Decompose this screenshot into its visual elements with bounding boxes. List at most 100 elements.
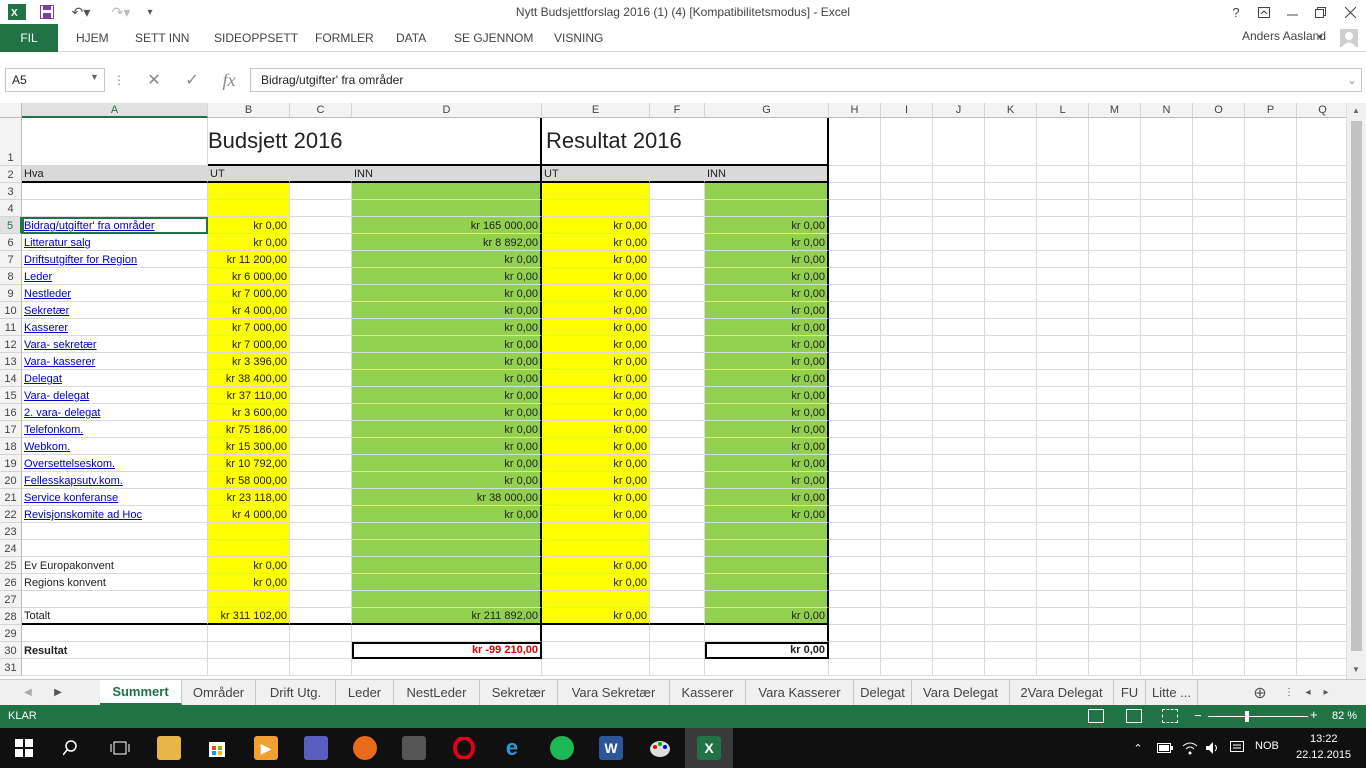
line-budget-ut[interactable]: kr 58 000,00 xyxy=(208,472,290,489)
cell-l25[interactable] xyxy=(1037,557,1089,574)
column-header-n[interactable]: N xyxy=(1141,103,1193,118)
cell-q22[interactable] xyxy=(1297,506,1346,523)
cell-q20[interactable] xyxy=(1297,472,1346,489)
tab-hjem[interactable]: HJEM xyxy=(76,24,109,51)
normal-view-icon[interactable] xyxy=(1088,709,1104,723)
help-button[interactable]: ? xyxy=(1222,0,1250,24)
cell-o3[interactable] xyxy=(1193,183,1245,200)
cell-c29[interactable] xyxy=(290,625,352,642)
cell-m14[interactable] xyxy=(1089,370,1141,387)
cell-p12[interactable] xyxy=(1245,336,1297,353)
cell-m9[interactable] xyxy=(1089,285,1141,302)
column-header-a[interactable]: A xyxy=(22,103,208,118)
cell-j27[interactable] xyxy=(933,591,985,608)
sheet-tab[interactable]: Vara Delegat xyxy=(912,680,1010,705)
media-player-icon[interactable]: ▶ xyxy=(254,736,278,760)
cell-c6[interactable] xyxy=(290,234,352,251)
cell-j22[interactable] xyxy=(933,506,985,523)
line-result-inn[interactable] xyxy=(705,523,829,540)
line-budget-inn[interactable] xyxy=(352,557,542,574)
cell-o15[interactable] xyxy=(1193,387,1245,404)
cell-o31[interactable] xyxy=(1193,659,1245,676)
cell-m22[interactable] xyxy=(1089,506,1141,523)
user-name[interactable]: Anders Aasland xyxy=(1242,29,1326,43)
cell-l23[interactable] xyxy=(1037,523,1089,540)
cell-n27[interactable] xyxy=(1141,591,1193,608)
cell-j10[interactable] xyxy=(933,302,985,319)
cell-h7[interactable] xyxy=(829,251,881,268)
cell-j30[interactable] xyxy=(933,642,985,659)
line-budget-inn[interactable]: kr 0,00 xyxy=(352,319,542,336)
cell-c20[interactable] xyxy=(290,472,352,489)
cell-f13[interactable] xyxy=(650,353,705,370)
column-header-j[interactable]: J xyxy=(933,103,985,118)
cell-b4[interactable] xyxy=(208,200,290,217)
line-label[interactable] xyxy=(22,540,208,557)
cell-i1[interactable] xyxy=(881,118,933,166)
result-actual[interactable]: kr 0,00 xyxy=(705,642,829,659)
line-budget-ut[interactable]: kr 10 792,00 xyxy=(208,455,290,472)
cell-n26[interactable] xyxy=(1141,574,1193,591)
line-budget-inn[interactable]: kr 0,00 xyxy=(352,285,542,302)
cell-i11[interactable] xyxy=(881,319,933,336)
row-header-26[interactable]: 26 xyxy=(0,574,22,591)
cell-p19[interactable] xyxy=(1245,455,1297,472)
line-budget-inn[interactable]: kr 0,00 xyxy=(352,353,542,370)
line-label[interactable]: Nestleder xyxy=(22,285,208,302)
cell-f2[interactable] xyxy=(650,166,705,183)
row-header-15[interactable]: 15 xyxy=(0,387,22,404)
column-header-d[interactable]: D xyxy=(352,103,542,118)
line-budget-ut[interactable]: kr 4 000,00 xyxy=(208,506,290,523)
line-result-inn[interactable]: kr 0,00 xyxy=(705,302,829,319)
cell-f8[interactable] xyxy=(650,268,705,285)
cell-p14[interactable] xyxy=(1245,370,1297,387)
cell-l31[interactable] xyxy=(1037,659,1089,676)
cell-l10[interactable] xyxy=(1037,302,1089,319)
cell-l5[interactable] xyxy=(1037,217,1089,234)
cell-p10[interactable] xyxy=(1245,302,1297,319)
cancel-icon[interactable]: ✕ xyxy=(142,69,166,91)
cell-i7[interactable] xyxy=(881,251,933,268)
cell-j12[interactable] xyxy=(933,336,985,353)
cell-l14[interactable] xyxy=(1037,370,1089,387)
cell-n16[interactable] xyxy=(1141,404,1193,421)
line-label[interactable]: Sekretær xyxy=(22,302,208,319)
column-header-i[interactable]: I xyxy=(881,103,933,118)
line-result-ut[interactable]: kr 0,00 xyxy=(542,217,650,234)
cell-l1[interactable] xyxy=(1037,118,1089,166)
cell-l27[interactable] xyxy=(1037,591,1089,608)
budget-title[interactable]: Budsjett 2016 xyxy=(208,118,542,166)
line-budget-ut[interactable] xyxy=(208,540,290,557)
cell-n6[interactable] xyxy=(1141,234,1193,251)
cell-a3[interactable] xyxy=(22,183,208,200)
line-label[interactable] xyxy=(22,591,208,608)
restore-icon[interactable] xyxy=(1306,0,1334,24)
cell-k6[interactable] xyxy=(985,234,1037,251)
cell-o28[interactable] xyxy=(1193,608,1245,625)
cell-j3[interactable] xyxy=(933,183,985,200)
line-budget-ut[interactable]: kr 75 186,00 xyxy=(208,421,290,438)
sheet-tab[interactable]: Sekretær xyxy=(480,680,558,705)
line-label[interactable]: Kasserer xyxy=(22,319,208,336)
cell-p28[interactable] xyxy=(1245,608,1297,625)
cell-j31[interactable] xyxy=(933,659,985,676)
line-budget-ut[interactable]: kr 0,00 xyxy=(208,217,290,234)
cell-o29[interactable] xyxy=(1193,625,1245,642)
cell-f26[interactable] xyxy=(650,574,705,591)
cell-c3[interactable] xyxy=(290,183,352,200)
cell-f22[interactable] xyxy=(650,506,705,523)
file-explorer-icon[interactable] xyxy=(157,736,181,760)
cell-n25[interactable] xyxy=(1141,557,1193,574)
cell-k5[interactable] xyxy=(985,217,1037,234)
result-budget[interactable]: kr -99 210,00 xyxy=(352,642,542,659)
line-result-inn[interactable]: kr 0,00 xyxy=(705,404,829,421)
cell-m5[interactable] xyxy=(1089,217,1141,234)
app-icon[interactable] xyxy=(304,736,328,760)
cell-c11[interactable] xyxy=(290,319,352,336)
sheet-tab[interactable]: Leder xyxy=(336,680,394,705)
cell-m31[interactable] xyxy=(1089,659,1141,676)
line-result-ut[interactable]: kr 0,00 xyxy=(542,574,650,591)
line-budget-inn[interactable]: kr 0,00 xyxy=(352,421,542,438)
line-result-ut[interactable]: kr 0,00 xyxy=(542,421,650,438)
line-result-inn[interactable]: kr 0,00 xyxy=(705,251,829,268)
